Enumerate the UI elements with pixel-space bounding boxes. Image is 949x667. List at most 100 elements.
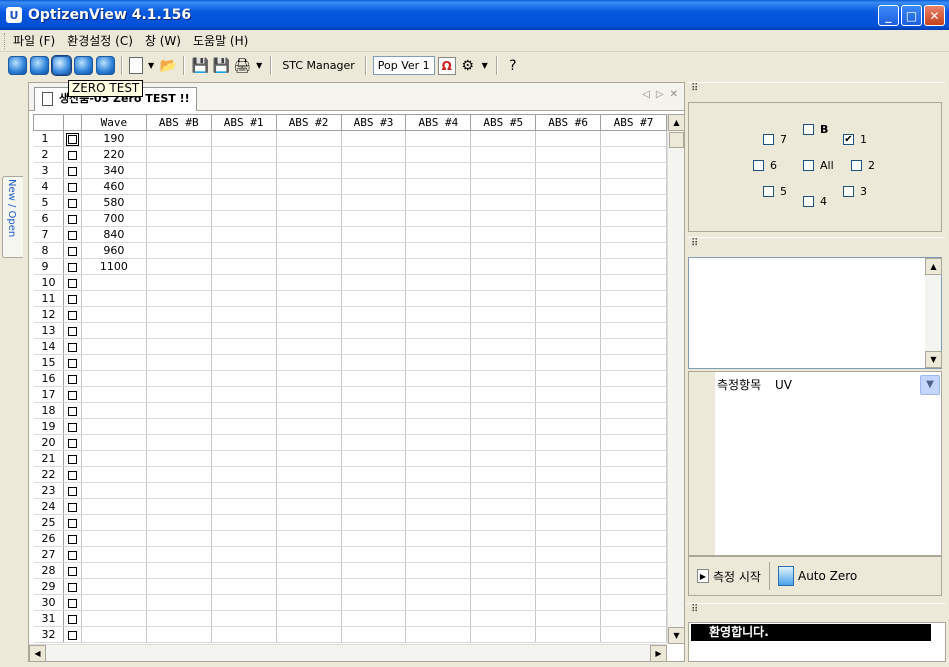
abs-cell[interactable] [405,434,472,451]
channel-7[interactable]: 7 [763,133,787,146]
abs-cell[interactable] [405,146,472,163]
channel-b[interactable]: B [803,123,828,136]
abs-cell[interactable] [211,322,277,339]
abs-cell[interactable] [470,370,537,387]
wave-cell[interactable]: 960 [81,242,147,259]
row-checkbox[interactable] [67,262,77,272]
abs-cell[interactable] [341,322,407,339]
abs-cell[interactable] [146,530,212,547]
info-scroll-up-icon[interactable]: ▲ [925,258,942,275]
abs-cell[interactable] [146,194,212,211]
abs-cell[interactable] [276,194,342,211]
wave-cell[interactable] [81,546,147,563]
abs-cell[interactable] [341,562,407,579]
abs-cell[interactable] [146,274,212,291]
abs-cell[interactable] [341,626,407,643]
pop-ver-button[interactable]: Pop Ver 1 [372,56,435,75]
abs-cell[interactable] [535,226,602,243]
abs-cell[interactable] [341,386,407,403]
row-select-cell[interactable] [63,306,82,323]
row-select-cell[interactable] [63,226,82,243]
abs-cell[interactable] [146,450,212,467]
row-checkbox[interactable] [67,614,77,624]
row-checkbox[interactable] [67,342,77,352]
abs-cell[interactable] [600,450,667,467]
row-select-cell[interactable] [63,354,82,371]
row-select-cell[interactable] [63,450,82,467]
abs-cell[interactable] [146,162,212,179]
channel-b-checkbox[interactable] [803,124,814,135]
abs-cell[interactable] [535,162,602,179]
row-checkbox[interactable] [67,470,77,480]
abs-cell[interactable] [405,338,472,355]
scan-icon[interactable] [30,56,49,75]
abs-cell[interactable] [146,226,212,243]
abs-cell[interactable] [276,626,342,643]
row-checkbox[interactable] [67,534,77,544]
abs-cell[interactable] [341,418,407,435]
row-number[interactable]: 8 [33,242,64,259]
abs-cell[interactable] [405,130,472,147]
wave-cell[interactable]: 700 [81,210,147,227]
abs-cell[interactable] [211,386,277,403]
row-select-cell[interactable] [63,530,82,547]
row-select-cell[interactable] [63,290,82,307]
abs-cell[interactable] [600,146,667,163]
zero-test-icon[interactable] [51,55,72,76]
wave-cell[interactable] [81,626,147,643]
abs-cell[interactable] [535,386,602,403]
row-select-cell[interactable] [63,210,82,227]
abs-cell[interactable] [211,482,277,499]
abs-cell[interactable] [276,274,342,291]
abs-cell[interactable] [341,546,407,563]
abs-cell[interactable] [470,594,537,611]
abs-cell[interactable] [341,450,407,467]
abs-cell[interactable] [535,146,602,163]
abs-cell[interactable] [341,146,407,163]
abs-cell[interactable] [535,578,602,595]
row-number[interactable]: 15 [33,354,64,371]
side-tab-new-open[interactable]: New / Open [2,176,23,258]
abs-cell[interactable] [470,338,537,355]
abs-cell[interactable] [535,466,602,483]
abs-cell[interactable] [276,434,342,451]
abs-cell[interactable] [146,386,212,403]
wave-cell[interactable] [81,514,147,531]
row-number[interactable]: 31 [33,610,64,627]
row-checkbox[interactable] [67,502,77,512]
abs-cell[interactable] [535,402,602,419]
column-header-abs-b[interactable]: ABS #B [145,114,212,131]
help-icon[interactable]: ? [504,57,522,75]
minimize-button[interactable]: _ [878,5,899,26]
abs-cell[interactable] [276,386,342,403]
wave-cell[interactable] [81,450,147,467]
abs-cell[interactable] [211,626,277,643]
row-checkbox[interactable] [67,358,77,368]
abs-cell[interactable] [470,418,537,435]
abs-cell[interactable] [341,162,407,179]
menu-help[interactable]: 도움말 (H) [187,32,254,49]
abs-cell[interactable] [276,466,342,483]
row-select-cell[interactable] [63,386,82,403]
abs-cell[interactable] [600,626,667,643]
abs-cell[interactable] [146,418,212,435]
abs-cell[interactable] [535,370,602,387]
abs-cell[interactable] [405,290,472,307]
abs-cell[interactable] [211,514,277,531]
scroll-right-icon[interactable]: ▶ [650,645,667,662]
abs-cell[interactable] [341,434,407,451]
print-dropdown-arrow-icon[interactable]: ▼ [256,61,262,70]
column-header-abs-6[interactable]: ABS #6 [535,114,602,131]
abs-cell[interactable] [146,514,212,531]
channel-7-checkbox[interactable] [763,134,774,145]
maximize-button[interactable]: □ [901,5,922,26]
abs-cell[interactable] [405,226,472,243]
new-document-icon[interactable] [129,57,143,74]
abs-cell[interactable] [211,162,277,179]
abs-cell[interactable] [405,306,472,323]
abs-cell[interactable] [535,418,602,435]
row-checkbox[interactable] [67,294,77,304]
row-number[interactable]: 26 [33,530,64,547]
row-number[interactable]: 24 [33,498,64,515]
row-select-cell[interactable] [63,162,82,179]
